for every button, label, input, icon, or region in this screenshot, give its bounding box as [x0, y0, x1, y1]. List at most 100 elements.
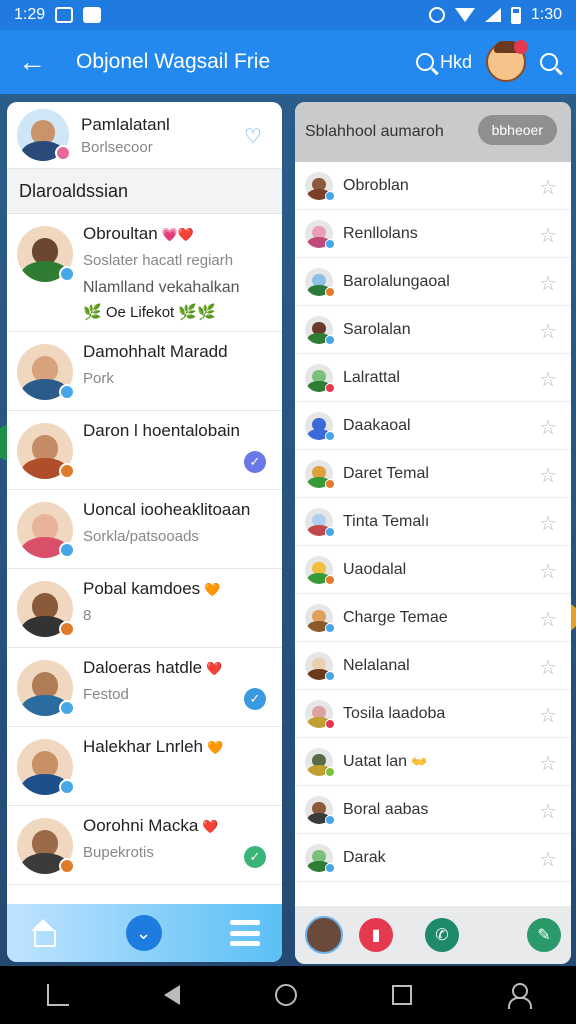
avatar — [305, 459, 335, 489]
heart-outline-icon[interactable]: ♡ — [244, 124, 266, 148]
contact-row[interactable]: Tinta Temalı ☆ — [295, 498, 571, 546]
contact-row[interactable]: Darak ☆ — [295, 834, 571, 882]
avatar — [305, 219, 335, 249]
home-icon[interactable] — [29, 919, 57, 947]
section-header: Dlaroaldssian — [7, 168, 282, 214]
profile-subtitle: Borlsecoor — [81, 138, 153, 156]
search-icon[interactable] — [540, 53, 558, 71]
star-icon[interactable]: ☆ — [539, 559, 557, 584]
contact-name: Uaodalal — [343, 560, 407, 578]
profile-row[interactable]: Pamlalatanl Borlsecoor ♡ — [7, 102, 282, 168]
list-icon[interactable] — [230, 920, 260, 946]
contact-name: Renllolans — [343, 224, 418, 242]
contact-row[interactable]: Daret Temal ☆ — [295, 450, 571, 498]
chat-item[interactable]: Halekhar Lnrleh 🧡 — [7, 727, 282, 806]
chat-name-emoji: 🧡 — [207, 740, 224, 755]
chat-item[interactable]: Daloeras hatdle ❤️ Festod ✓ — [7, 648, 282, 727]
contact-row[interactable]: Daakaoal ☆ — [295, 402, 571, 450]
app-bar: ← Objonel Wagsail Frie Hkd — [0, 30, 576, 94]
filter-pill-button[interactable]: bbheoer — [477, 115, 557, 145]
avatar — [17, 344, 75, 400]
chat-name-emoji: 🧡 — [204, 582, 221, 597]
contact-row[interactable]: Obroblan ☆ — [295, 162, 571, 210]
mascot-avatar-icon[interactable] — [486, 40, 528, 82]
contact-row[interactable]: Uaodalal ☆ — [295, 546, 571, 594]
contact-name: Sarolalan — [343, 320, 411, 338]
phone-icon[interactable]: ✆ — [425, 918, 459, 952]
avatar — [17, 581, 75, 637]
star-icon[interactable]: ☆ — [539, 367, 557, 392]
message-notification-icon — [83, 7, 102, 23]
star-icon[interactable]: ☆ — [539, 511, 557, 536]
avatar — [305, 747, 335, 777]
chat-name: Obroultan — [83, 224, 158, 243]
contact-row[interactable]: Barolalungaoal ☆ — [295, 258, 571, 306]
profile-name: Pamlalatanl — [81, 114, 170, 134]
star-icon[interactable]: ☆ — [539, 799, 557, 824]
chat-name: Halekhar Lnrleh — [83, 737, 204, 756]
star-icon[interactable]: ☆ — [539, 607, 557, 632]
wifi-icon — [454, 8, 475, 22]
contact-row[interactable]: Uatat lan 👐 ☆ — [295, 738, 571, 786]
contact-name: Boral aabas — [343, 800, 429, 818]
contact-row[interactable]: Nelalanal ☆ — [295, 642, 571, 690]
chat-item[interactable]: Obroultan 💗❤️ Soslater hacatl regiarh Nlam… — [7, 214, 282, 332]
profile-icon[interactable] — [507, 983, 532, 1009]
chat-name: Oorohni Macka — [83, 816, 199, 835]
contact-name: Barolalungaoal — [343, 272, 450, 290]
star-icon[interactable]: ☆ — [539, 271, 557, 296]
avatar — [305, 699, 335, 729]
status-bar: 1:29 1:30 — [0, 0, 576, 30]
star-icon[interactable]: ☆ — [539, 703, 557, 728]
contact-name: Tinta Temalı — [343, 512, 430, 530]
chat-item[interactable]: Damohhalt Maradd Pork — [7, 332, 282, 411]
chat-item[interactable]: Oorohni Macka ❤️ Bupekrotis ✓ — [7, 806, 282, 885]
avatar[interactable] — [305, 916, 343, 954]
system-back-icon[interactable] — [164, 985, 181, 1005]
star-icon[interactable]: ☆ — [539, 847, 557, 872]
contact-row[interactable]: Sarolalan ☆ — [295, 306, 571, 354]
avatar — [305, 267, 335, 297]
avatar — [305, 363, 335, 393]
chat-item[interactable]: Daron l hoentalobain ✓ — [7, 411, 282, 490]
star-icon[interactable]: ☆ — [539, 463, 557, 488]
contact-row[interactable]: Renllolans ☆ — [295, 210, 571, 258]
chat-preview: 8 — [83, 607, 92, 624]
read-check-icon: ✓ — [244, 451, 266, 473]
avatar — [305, 843, 335, 873]
star-icon[interactable]: ☆ — [539, 415, 557, 440]
chat-name: Pobal kamdoes — [83, 579, 201, 598]
chat-item[interactable]: Pobal kamdoes 🧡 8 — [7, 569, 282, 648]
contact-name: Nelalanal — [343, 656, 410, 674]
chat-preview: Sorkla/patsooads — [83, 528, 199, 545]
app-title: Objonel Wagsail Frie — [76, 50, 271, 73]
status-time: 1:29 — [14, 6, 46, 23]
system-home-icon[interactable] — [274, 984, 297, 1006]
status-time-right: 1:30 — [530, 6, 562, 23]
contacts-search-bar[interactable]: Sblahhool aumaroh bbheoer — [295, 102, 571, 162]
contact-row[interactable]: Tosila laadoba ☆ — [295, 690, 571, 738]
search-button[interactable]: Hkd — [415, 52, 472, 73]
compose-icon[interactable]: ✎ — [527, 918, 561, 952]
star-icon[interactable]: ☆ — [539, 223, 557, 248]
notification-icon[interactable]: ▮ — [359, 918, 393, 952]
star-icon[interactable]: ☆ — [539, 319, 557, 344]
star-icon[interactable]: ☆ — [539, 655, 557, 680]
chat-panel: Pamlalatanl Borlsecoor ♡ Dlaroaldssian O… — [7, 102, 282, 962]
contact-row[interactable]: Boral aabas ☆ — [295, 786, 571, 834]
avatar — [305, 411, 335, 441]
star-icon[interactable]: ☆ — [539, 175, 557, 200]
chat-item[interactable]: Uoncal iooheaklitoaan Sorkla/patsooads — [7, 490, 282, 569]
system-recents-icon[interactable] — [391, 985, 412, 1005]
chat-preview: Soslater hacatl regiarh — [83, 252, 234, 269]
contact-row[interactable]: Charge Temae ☆ — [295, 594, 571, 642]
star-icon[interactable]: ☆ — [539, 751, 557, 776]
contact-row[interactable]: Lalrattal ☆ — [295, 354, 571, 402]
chevron-down-icon[interactable]: ⌄ — [125, 915, 162, 951]
back-arrow-icon[interactable]: ← — [18, 46, 48, 78]
contact-name: Daret Temal — [343, 464, 429, 482]
screenshot-icon[interactable] — [47, 984, 70, 1006]
avatar — [305, 603, 335, 633]
avatar — [305, 315, 335, 345]
avatar — [17, 818, 75, 874]
